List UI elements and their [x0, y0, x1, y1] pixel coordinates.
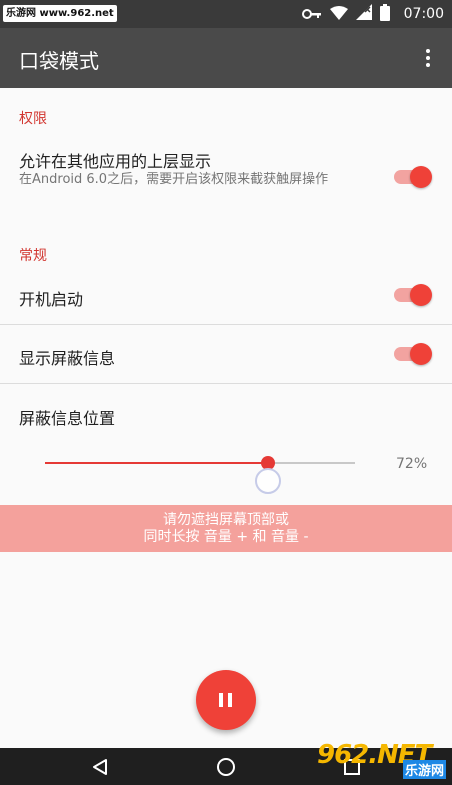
start-on-boot-title: 开机启动 — [19, 290, 84, 309]
status-time: 07:00 — [403, 6, 444, 22]
overlay-permission-subtitle: 在Android 6.0之后，需要开启该权限来截获触屏操作 — [19, 172, 329, 187]
watermark-small-text: 乐游网 — [403, 760, 447, 779]
slider-value-label: 72% — [396, 456, 428, 472]
divider — [0, 383, 452, 384]
show-mask-info-title: 显示屏蔽信息 — [19, 349, 116, 368]
status-bar: 乐游网 www.962.net 07:00 — [0, 0, 452, 28]
show-mask-info-row[interactable]: 显示屏蔽信息 — [0, 325, 452, 383]
app-bar: 口袋模式 — [0, 28, 452, 88]
back-icon[interactable] — [80, 748, 120, 785]
start-on-boot-toggle[interactable] — [392, 283, 432, 307]
signal-icon — [355, 4, 372, 24]
status-icons: 07:00 — [301, 0, 444, 28]
banner-line-1: 请勿遮挡屏幕顶部或 — [163, 512, 289, 528]
mask-position-slider[interactable] — [45, 452, 355, 474]
banner-line-2: 同时长按 音量 + 和 音量 - — [143, 529, 309, 545]
touch-indicator — [255, 468, 281, 494]
page-title: 口袋模式 — [19, 49, 99, 73]
overlay-permission-row[interactable]: 允许在其他应用的上层显示 在Android 6.0之后，需要开启该权限来截获触屏… — [0, 135, 452, 220]
start-on-boot-row[interactable]: 开机启动 — [0, 268, 452, 324]
home-icon[interactable] — [206, 748, 246, 785]
watermark-badge: 乐游网 www.962.net — [3, 5, 117, 22]
battery-icon — [379, 3, 390, 25]
slider-fill — [45, 462, 269, 464]
mask-position-title: 屏蔽信息位置 — [19, 409, 116, 428]
more-vert-icon[interactable] — [416, 46, 440, 70]
site-watermark: 962.NET 乐游网 — [315, 740, 449, 782]
key-icon — [301, 5, 322, 24]
mask-info-banner: 请勿遮挡屏幕顶部或 同时长按 音量 + 和 音量 - — [0, 505, 452, 552]
show-mask-info-toggle[interactable] — [392, 342, 432, 366]
section-header-general: 常规 — [19, 248, 47, 264]
wifi-icon — [329, 5, 348, 24]
overlay-permission-title: 允许在其他应用的上层显示 — [19, 152, 212, 171]
pause-button[interactable] — [196, 670, 256, 730]
overlay-permission-toggle[interactable] — [392, 165, 432, 189]
section-header-permissions: 权限 — [19, 111, 47, 127]
